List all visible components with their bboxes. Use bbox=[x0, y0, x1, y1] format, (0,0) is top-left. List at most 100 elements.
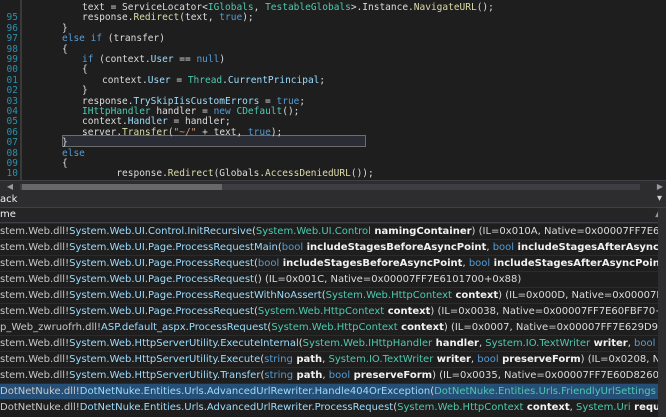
code-token: Thread bbox=[187, 74, 223, 86]
code-token: if bbox=[82, 54, 94, 65]
frame-text-segment: bool bbox=[281, 242, 304, 253]
horizontal-scrollbar[interactable]: ◀ ▶ bbox=[0, 180, 666, 193]
frame-text-segment: System.Web.HttpContext bbox=[325, 290, 452, 301]
frame-text-segment: ProcessRequest bbox=[175, 274, 254, 285]
frame-text-segment: p_Web_zwruofrh.dll! bbox=[0, 322, 102, 333]
code-token: (context. bbox=[93, 54, 151, 65]
code-token: (); bbox=[282, 106, 300, 117]
code-token: = bbox=[259, 95, 277, 107]
frame-text-segment: bool bbox=[328, 370, 351, 381]
frame-text-segment: System.Web.HttpServerUtility. bbox=[69, 338, 221, 349]
frame-text-segment: preserveForm bbox=[498, 354, 581, 365]
call-stack-frame[interactable]: p_Web_zwruofrh.dll!ASP.default_aspx.Proc… bbox=[0, 319, 666, 336]
frame-text-segment: context bbox=[384, 306, 431, 317]
code-token: server. bbox=[82, 126, 123, 138]
code-token: response. bbox=[82, 12, 134, 24]
frame-text-segment: stem.Web.dll! bbox=[0, 354, 70, 365]
column-name-header[interactable]: me bbox=[0, 209, 16, 220]
call-stack-frame[interactable]: stem.Web.dll!System.Web.UI.Page.ProcessR… bbox=[0, 239, 666, 256]
code-token: { bbox=[82, 64, 88, 76]
frame-text-segment: System.Web.UI.Page. bbox=[69, 274, 176, 285]
frame-text-segment: DotNetNuke.dll! bbox=[0, 386, 80, 397]
frame-text-segment: DotNetNuke.Entities.Urls.FriendlyUrlSett… bbox=[434, 386, 656, 397]
frame-text-segment: bool bbox=[468, 258, 491, 269]
frame-text-segment: namingContainer bbox=[370, 226, 472, 237]
code-token: else if bbox=[62, 33, 103, 45]
scroll-left-icon[interactable]: ◀ bbox=[4, 181, 16, 193]
frame-text-segment: ) (IL=0x010A, Native=0x00007FF7E610A820+… bbox=[471, 226, 666, 237]
frame-text-segment: ) (IL=0x0208, Native=0x00007FF7E60D8420+… bbox=[580, 354, 666, 365]
frame-text-segment: System.Web.IHttpHandler bbox=[302, 338, 433, 349]
frame-text-segment: stem.Web.dll! bbox=[0, 242, 70, 253]
frame-text-segment: stem.Web.dll! bbox=[0, 274, 70, 285]
line-number: 10 bbox=[6, 168, 18, 180]
frame-text-segment: Handle404OrException bbox=[314, 386, 431, 397]
frame-text-segment: Execute bbox=[220, 354, 261, 365]
frame-text-segment: context bbox=[523, 402, 570, 413]
code-token: Handler bbox=[127, 116, 168, 128]
code-editor[interactable]: text = ServiceLocator<IGlobals, Testable… bbox=[0, 0, 666, 180]
call-stack-frame[interactable]: stem.Web.dll!System.Web.UI.Page.ProcessR… bbox=[0, 271, 666, 288]
frame-text-segment: System.Web.UI.Page. bbox=[69, 242, 176, 253]
code-token: IHttpHandler bbox=[82, 106, 151, 117]
code-token: context. bbox=[82, 116, 128, 128]
call-stack-frame[interactable]: DotNetNuke.dll!DotNetNuke.Entities.Urls.… bbox=[0, 399, 666, 416]
call-stack-frame[interactable]: stem.Web.dll!System.Web.HttpServerUtilit… bbox=[0, 335, 666, 352]
scroll-right-icon[interactable]: ▶ bbox=[654, 181, 666, 193]
code-token: , bbox=[253, 2, 266, 13]
frame-text-segment: ) (IL=0x0035, Native=0x00007FF7E60D8260+… bbox=[432, 370, 666, 381]
call-stack-frame[interactable]: stem.Web.dll!System.Web.UI.Page.ProcessR… bbox=[0, 303, 666, 320]
frame-text-segment: stem.Web.dll! bbox=[0, 338, 70, 349]
code-token: ()); bbox=[350, 168, 374, 180]
frame-text-segment: ProcessRequestMain bbox=[175, 242, 278, 253]
frame-text-segment: ProcessRequestWithNoAssert bbox=[175, 290, 322, 301]
code-token: context. bbox=[102, 74, 148, 86]
frame-text-segment: path bbox=[292, 354, 323, 365]
frame-text-segment: ProcessRequest bbox=[175, 258, 254, 269]
frame-text-segment: System.IO.TextWriter bbox=[328, 354, 434, 365]
code-token: Redirect bbox=[133, 12, 180, 24]
code-token: AccessDeniedURL bbox=[265, 168, 351, 180]
code-line[interactable]: 10 response.Redirect(Globals.AccessDenie… bbox=[0, 168, 666, 180]
frame-text-segment: includeStagesAfterAsyncPoint bbox=[490, 258, 665, 269]
frame-text-segment: ) (IL=0x0007, Native=0x00007FF7E629D970+… bbox=[443, 322, 666, 333]
code-token: } bbox=[62, 137, 68, 149]
call-stack-frame[interactable]: stem.Web.dll!System.Web.HttpServerUtilit… bbox=[0, 351, 666, 368]
code-token: User bbox=[150, 54, 174, 65]
code-token: >.Instance. bbox=[350, 2, 414, 13]
call-stack-frame[interactable]: DotNetNuke.dll! DotNetNuke.Entities.Urls.… bbox=[0, 383, 666, 400]
vertical-scrollbar[interactable] bbox=[658, 208, 666, 417]
frame-text-segment: Transfer bbox=[220, 370, 261, 381]
code-token: } bbox=[62, 22, 68, 34]
pin-icon[interactable]: ▾ bbox=[657, 193, 662, 204]
frame-text-segment: System.Web.UI.Page. bbox=[69, 290, 176, 301]
code-token: NavigateURL bbox=[413, 2, 477, 13]
frame-text-segment: System.Web.HttpContext bbox=[397, 402, 524, 413]
code-token: TestableGlobals bbox=[265, 2, 351, 13]
frame-text-segment: stem.Web.dll! bbox=[0, 306, 70, 317]
frame-text-segment: ExecuteInternal bbox=[220, 338, 299, 349]
frame-text-segment: includeStagesAfterAsyncPoint bbox=[517, 242, 666, 253]
call-stack-frame[interactable]: stem.Web.dll!System.Web.UI.Control.InitR… bbox=[0, 223, 666, 240]
code-token: response. bbox=[82, 168, 168, 180]
frame-text-segment: ProcessRequest bbox=[188, 322, 268, 333]
frame-text-segment: ) (IL=0x0038, Native=0x00007FF7E60FBF70+… bbox=[430, 306, 666, 317]
code-token: CurrentPrincipal bbox=[227, 74, 320, 86]
frame-text-segment: System.Uri bbox=[576, 402, 631, 413]
call-stack-frame[interactable]: stem.Web.dll!System.Web.UI.Page.ProcessR… bbox=[0, 287, 666, 304]
frame-text-segment: System.Web.UI.Page. bbox=[69, 306, 176, 317]
frame-text-segment: System.Web.HttpContext bbox=[271, 322, 398, 333]
code-token: true bbox=[276, 95, 300, 107]
frame-text-segment: context bbox=[451, 290, 499, 301]
frame-text-segment: ProcessRequest bbox=[314, 402, 394, 413]
call-stack-column-header[interactable]: me ▲ bbox=[0, 208, 666, 223]
frame-text-segment: System.Web.HttpServerUtility. bbox=[69, 370, 221, 381]
code-token: = bbox=[170, 74, 188, 86]
scroll-thumb[interactable] bbox=[22, 184, 222, 190]
frame-text-segment: System.Web.HttpContext bbox=[257, 306, 385, 317]
code-token: = handler; bbox=[167, 116, 231, 128]
call-stack-frame[interactable]: stem.Web.dll!System.Web.UI.Page.ProcessR… bbox=[0, 255, 666, 272]
code-token: (Globals. bbox=[213, 168, 266, 180]
call-stack-frame[interactable]: stem.Web.dll!System.Web.HttpServerUtilit… bbox=[0, 367, 666, 384]
frame-text-segment: DotNetNuke.Entities.Urls.AdvancedUrlRewr… bbox=[79, 402, 315, 413]
